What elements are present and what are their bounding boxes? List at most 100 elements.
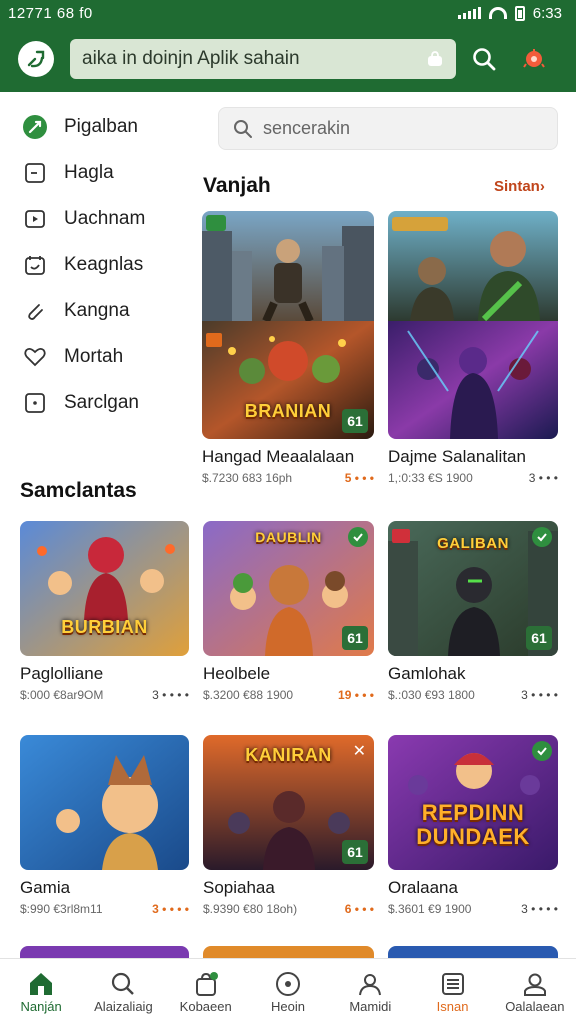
nav-label: Kobaeen — [179, 999, 232, 1014]
sidebar: Pigalban Hagla Uachnam Keagnlas Kangna M… — [0, 104, 200, 426]
nav-person[interactable]: Mamidi — [329, 959, 411, 1024]
app-search-input[interactable]: aika in doinjn Aplik sahain — [70, 39, 456, 79]
game-name: Gamia — [20, 878, 71, 897]
game-price: $.3200 €88 1900 — [203, 688, 294, 702]
game-name: Hangad Meaalalaan — [202, 447, 355, 466]
game-price: 1,:0:33 €S 1900 — [388, 471, 473, 485]
game-thumbnail-partial — [203, 946, 374, 958]
signal-icon — [457, 7, 481, 19]
nav-list[interactable]: Isnan — [411, 959, 493, 1024]
bottom-navigation: Nanján Alaizaliaig Kobaeen Heoin Mamidi … — [0, 958, 576, 1024]
game-name: Sopiahaa — [203, 878, 275, 897]
notification-icon — [523, 49, 545, 68]
person-icon — [357, 969, 383, 999]
check-icon — [532, 527, 552, 547]
status-bar: 12771 68 f0 6:33 — [0, 0, 576, 26]
game-art-title: REPDINN DUNDAEK — [416, 800, 530, 849]
game-card-2[interactable]: GALIBAN 61 Gamlohak $.:030 €93 1800 3 • … — [388, 521, 558, 702]
game-card-0[interactable]: BURBIAN Paglolliane $:000 €8ar9OM 3 • • … — [20, 521, 189, 702]
sidebar-item-5[interactable]: Mortah — [0, 334, 200, 380]
bag-icon — [193, 969, 219, 999]
list-icon — [440, 969, 466, 999]
sidebar-item-label: Keagnlas — [64, 254, 144, 275]
game-name: Gamlohak — [388, 664, 466, 683]
sidebar-item-3[interactable]: Keagnlas — [0, 242, 200, 288]
game-card-5[interactable]: REPDINN DUNDAEK Oralaana $.3601 €9 1900 … — [388, 735, 558, 916]
music-icon — [275, 969, 301, 999]
game-rating: 3 • • • • — [152, 688, 189, 702]
game-thumbnail: DAUBLIN 61 — [203, 521, 374, 656]
sidebar-item-label: Uachnam — [64, 208, 146, 229]
game-thumbnail: GALIBAN 61 — [388, 521, 558, 656]
sidebar-item-4[interactable]: Kangna — [0, 288, 200, 334]
featured-section-title: Vanjah — [203, 174, 271, 197]
game-name: Paglolliane — [20, 664, 104, 683]
app-search-text: aika in doinjn Aplik sahain — [82, 48, 300, 69]
sidebar-item-label: Pigalban — [64, 116, 138, 137]
app-logo-icon[interactable] — [18, 41, 54, 77]
nav-bag[interactable]: Kobaeen — [165, 959, 247, 1024]
game-meta: $.7230 683 16ph 5 • • • — [202, 471, 374, 485]
game-badge: 61 — [342, 409, 368, 433]
status-time: 12771 68 f0 — [8, 4, 93, 22]
square-icon — [22, 160, 48, 186]
sidebar-item-label: Mortah — [64, 346, 124, 367]
dot-square-icon — [22, 390, 48, 416]
game-rating: 5 • • • — [344, 471, 374, 485]
game-rating: 6 • • • — [344, 902, 374, 916]
sidebar-item-1[interactable]: Hagla — [0, 150, 200, 196]
game-art-title: BURBIAN — [61, 617, 148, 637]
game-thumbnail — [20, 735, 189, 870]
game-price: $:000 €8ar9OM — [20, 688, 104, 702]
account-icon — [522, 969, 548, 999]
paperclip-icon — [22, 298, 48, 324]
home-icon — [27, 969, 55, 999]
game-art-title: KANIRAN — [245, 745, 332, 765]
game-thumbnail: BURBIAN — [20, 521, 189, 656]
check-icon — [532, 741, 552, 761]
game-rating: 3 • • • • — [521, 902, 558, 916]
video-icon — [22, 206, 48, 232]
sidebar-item-2[interactable]: Uachnam — [0, 196, 200, 242]
status-clock: 6:33 — [532, 4, 562, 22]
calendar-icon — [22, 252, 48, 278]
app-bar: aika in doinjn Aplik sahain — [0, 26, 576, 92]
sidebar-item-6[interactable]: Sarclgan — [0, 380, 200, 426]
game-rating: 19 • • • — [338, 688, 374, 702]
content-search-input[interactable]: sencerakin — [218, 107, 558, 150]
close-icon[interactable]: ✕ — [353, 741, 366, 761]
nav-home[interactable]: Nanján — [0, 959, 82, 1024]
game-price: $.7230 683 16ph — [202, 471, 293, 485]
game-meta: 1,:0:33 €S 1900 3 • • • — [388, 471, 558, 485]
game-meta: $.9390 €80 18oh) 6 • • • — [203, 902, 374, 916]
game-meta: $:990 €3rl8m11 3 • • • • — [20, 902, 189, 916]
sidebar-item-0[interactable]: Pigalban — [0, 104, 200, 150]
game-badge: 61 — [526, 626, 552, 650]
compass-icon — [22, 114, 48, 140]
notification-button[interactable] — [512, 37, 556, 81]
nav-label: Heoin — [271, 999, 305, 1014]
game-price: $.:030 €93 1800 — [388, 688, 475, 702]
game-meta: $.:030 €93 1800 3 • • • • — [388, 688, 558, 702]
game-price: $:990 €3rl8m11 — [20, 902, 103, 916]
featured-card-1[interactable]: Dajme Salanalitan 1,:0:33 €S 1900 3 • • … — [388, 211, 558, 485]
game-rating: 3 • • • • — [521, 688, 558, 702]
game-card-1[interactable]: DAUBLIN 61 Heolbele $.3200 €88 1900 19 •… — [203, 521, 374, 702]
nav-label: Nanján — [20, 999, 62, 1014]
featured-see-all-link[interactable]: Sintan› — [494, 178, 545, 195]
bag-icon — [428, 51, 442, 66]
nav-music[interactable]: Heoin — [247, 959, 329, 1024]
nav-label: Alaizaliaig — [94, 999, 153, 1014]
section-title: Samclantas — [20, 479, 137, 502]
game-card-4[interactable]: KANIRAN ✕ 61 Sopiahaa $.9390 €80 18oh) 6… — [203, 735, 374, 916]
nav-search[interactable]: Alaizaliaig — [82, 959, 164, 1024]
game-price: $.3601 €9 1900 — [388, 902, 472, 916]
game-card-3[interactable]: Gamia $:990 €3rl8m11 3 • • • • — [20, 735, 189, 916]
game-meta: $.3200 €88 1900 19 • • • — [203, 688, 374, 702]
search-icon — [473, 48, 496, 71]
featured-card-0[interactable]: BRANIAN 61 Hangad Meaalalaan $.7230 683 … — [202, 211, 374, 485]
nav-account[interactable]: Oalalaean — [494, 959, 576, 1024]
sidebar-item-label: Sarclgan — [64, 392, 139, 413]
game-thumbnail: BRANIAN 61 — [202, 211, 374, 439]
search-button[interactable] — [462, 37, 506, 81]
